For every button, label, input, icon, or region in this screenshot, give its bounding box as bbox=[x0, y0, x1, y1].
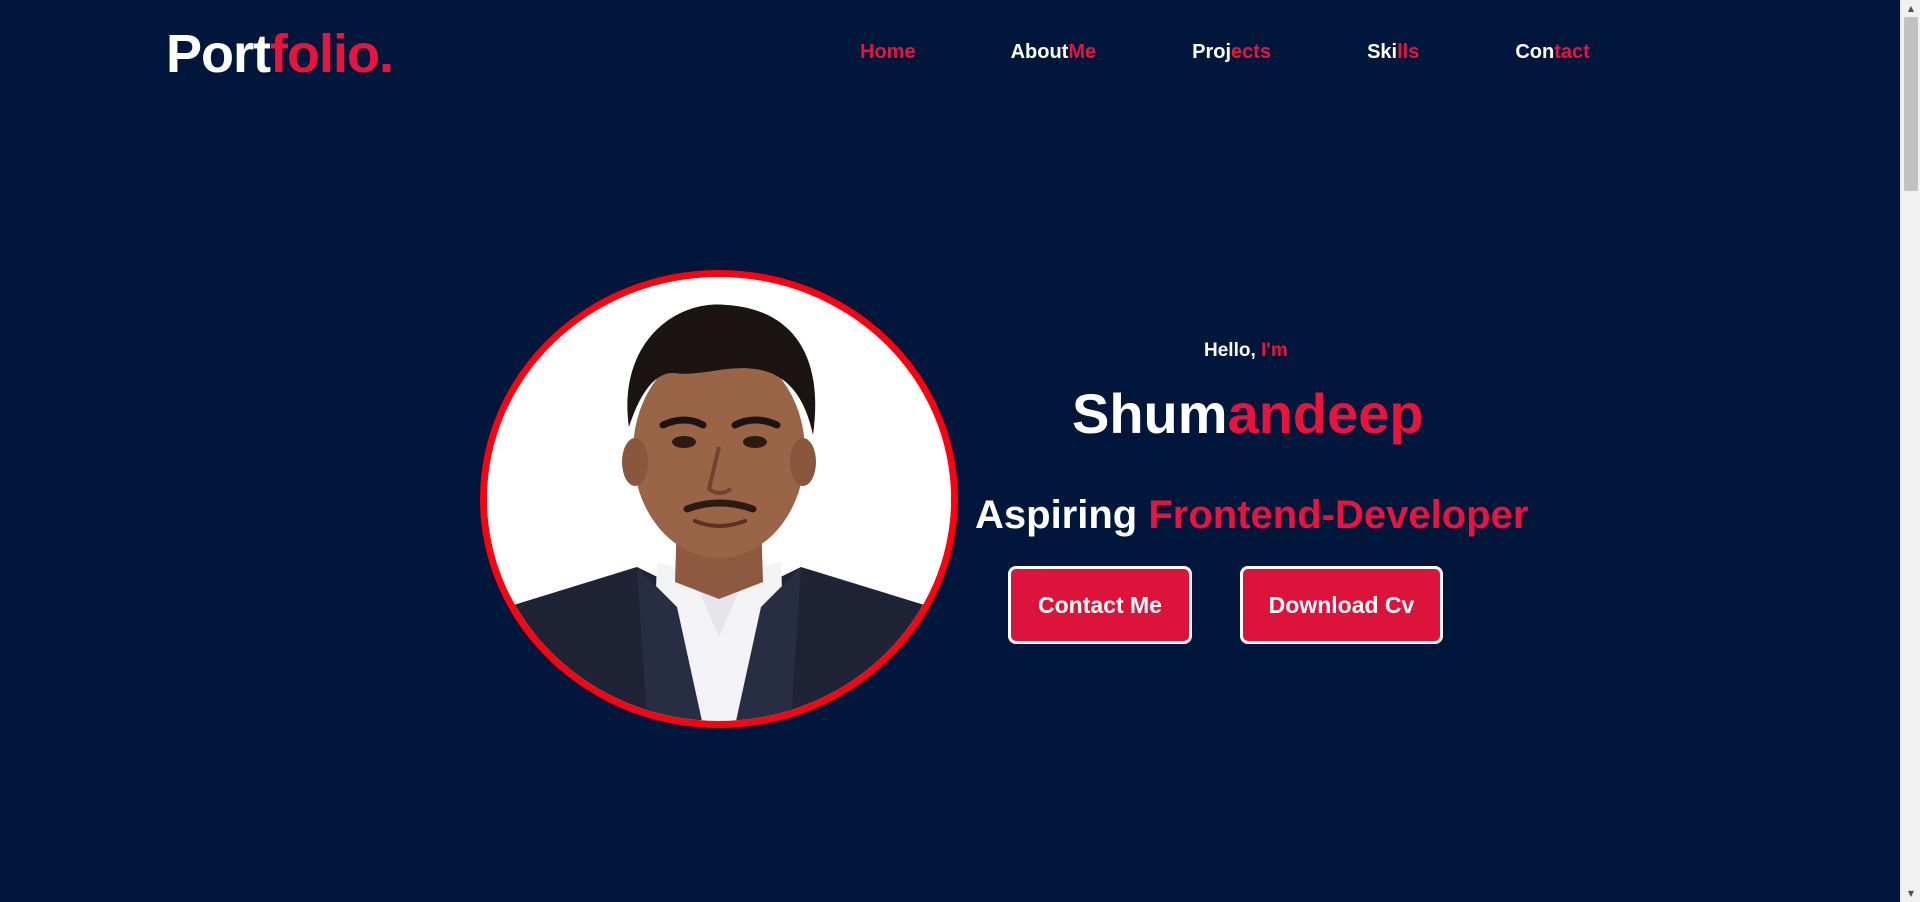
nav-contact[interactable]: Contact bbox=[1515, 38, 1589, 66]
hero-name-red: andeep bbox=[1227, 382, 1424, 445]
scrollbar-thumb[interactable] bbox=[1904, 17, 1918, 191]
nav-projects-red: ects bbox=[1231, 41, 1272, 63]
logo[interactable]: Portfolio. bbox=[166, 22, 394, 86]
scroll-down-arrow-icon[interactable]: ▼ bbox=[1901, 885, 1920, 902]
portfolio-page: Portfolio. Home AboutMe Projects Skills … bbox=[0, 0, 1920, 902]
nav-about-me-red: Me bbox=[1068, 41, 1097, 63]
scroll-up-arrow-icon[interactable]: ▲ bbox=[1901, 0, 1920, 17]
nav-home[interactable]: Home bbox=[860, 38, 916, 66]
main-nav: Home AboutMe Projects Skills Contact bbox=[860, 38, 1590, 66]
greeting-red: I'm bbox=[1261, 340, 1288, 361]
tagline-white: Aspiring bbox=[975, 493, 1138, 537]
greeting: Hello, I'm bbox=[1204, 338, 1288, 364]
download-cv-button[interactable]: Download Cv bbox=[1240, 566, 1443, 644]
hero-name: Shumandeep bbox=[1072, 380, 1424, 448]
greeting-white: Hello, bbox=[1204, 340, 1256, 361]
vertical-scrollbar[interactable]: ▲ ▼ bbox=[1900, 0, 1920, 902]
profile-photo bbox=[480, 270, 958, 728]
nav-contact-white: Con bbox=[1515, 41, 1555, 63]
hero-name-white: Shum bbox=[1072, 382, 1228, 445]
logo-text-white: Port bbox=[166, 24, 271, 84]
nav-skills[interactable]: Skills bbox=[1367, 38, 1419, 66]
hero-tagline: Aspiring Frontend-Developer bbox=[975, 490, 1528, 540]
profile-photo-illustration bbox=[487, 277, 951, 721]
nav-skills-red: lls bbox=[1397, 41, 1420, 63]
nav-skills-white: Ski bbox=[1367, 41, 1398, 63]
nav-projects-white: Proj bbox=[1192, 41, 1232, 63]
nav-about-me-white: About bbox=[1010, 41, 1069, 63]
tagline-red: Frontend-Developer bbox=[1148, 493, 1529, 537]
nav-about-me[interactable]: AboutMe bbox=[1011, 38, 1097, 66]
logo-text-red: folio. bbox=[270, 24, 394, 84]
contact-me-button[interactable]: Contact Me bbox=[1008, 566, 1192, 644]
nav-contact-red: tact bbox=[1554, 41, 1590, 63]
nav-projects[interactable]: Projects bbox=[1192, 38, 1271, 66]
